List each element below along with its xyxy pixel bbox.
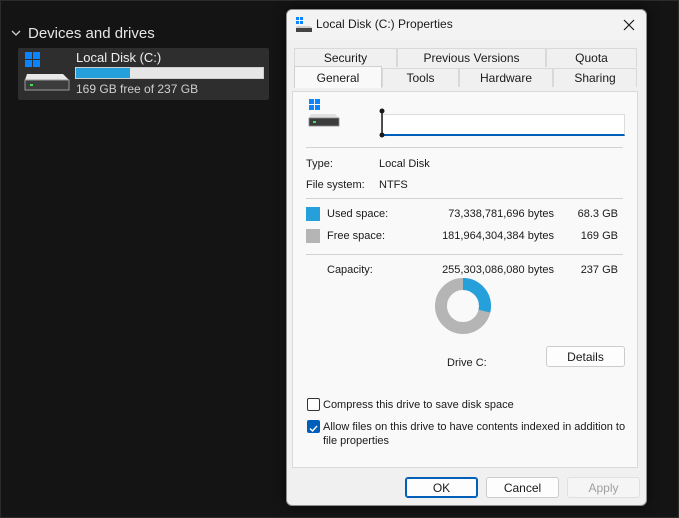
general-tab-panel: Type: Local Disk File system: NTFS Used … [292,91,638,468]
tab-security[interactable]: Security [294,48,397,67]
free-space-swatch [306,229,320,243]
used-space-swatch [306,207,320,221]
divider [306,147,623,148]
disk-usage-donut [435,278,491,334]
capacity-bytes: 255,303,086,080 bytes [442,264,554,276]
drive-c-label: Drive C: [447,357,487,369]
drive-name-input[interactable] [382,114,625,136]
drive-usage-bar [75,67,264,79]
tab-general[interactable]: General [294,66,382,88]
free-space-size: 169 GB [580,230,618,242]
used-space-size: 68.3 GB [577,208,618,220]
section-title: Devices and drives [28,24,155,42]
windows-drive-icon [24,52,70,91]
checkmark-icon [309,425,318,433]
filesystem-label: File system: [306,179,365,191]
tab-previous-versions[interactable]: Previous Versions [397,48,546,67]
properties-dialog: Local Disk (C:) Properties Security Prev… [286,9,647,506]
compress-checkbox[interactable] [307,398,320,411]
capacity-size: 237 GB [580,264,618,276]
free-space-label: Free space: [327,230,386,242]
drive-icon [296,17,312,32]
used-space-label: Used space: [327,208,389,220]
type-label: Type: [306,158,333,170]
drive-name: Local Disk (C:) [76,50,162,65]
drive-free-text: 169 GB free of 237 GB [76,82,199,96]
compress-label: Compress this drive to save disk space [323,399,514,411]
details-button[interactable]: Details [546,346,625,367]
divider [306,254,623,255]
devices-drives-header[interactable]: Devices and drives [10,23,155,43]
used-space-bytes: 73,338,781,696 bytes [448,208,554,220]
drive-usage-fill [76,68,130,78]
capacity-label: Capacity: [327,264,373,276]
type-value: Local Disk [379,158,430,170]
divider [306,198,623,199]
free-space-bytes: 181,964,304,384 bytes [442,230,554,242]
dialog-title: Local Disk (C:) Properties [316,17,453,31]
cancel-button[interactable]: Cancel [486,477,559,498]
chevron-down-icon [11,30,21,36]
index-checkbox[interactable] [307,420,320,433]
close-icon [623,19,635,31]
filesystem-value: NTFS [379,179,408,191]
text-cursor-icon [379,108,385,138]
index-label: Allow files on this drive to have conten… [323,421,626,447]
apply-button[interactable]: Apply [567,477,640,498]
ok-button[interactable]: OK [405,477,478,498]
dialog-titlebar[interactable]: Local Disk (C:) Properties [287,10,646,40]
drive-large-icon [308,99,340,127]
screen: Devices and drives Local Disk (C:) 169 G… [0,0,679,518]
tab-tools[interactable]: Tools [382,68,459,87]
tab-quota[interactable]: Quota [546,48,637,67]
tab-hardware[interactable]: Hardware [459,68,553,87]
close-button[interactable] [612,10,646,40]
tab-sharing[interactable]: Sharing [553,68,637,87]
drive-tile-c[interactable]: Local Disk (C:) 169 GB free of 237 GB [18,48,269,100]
